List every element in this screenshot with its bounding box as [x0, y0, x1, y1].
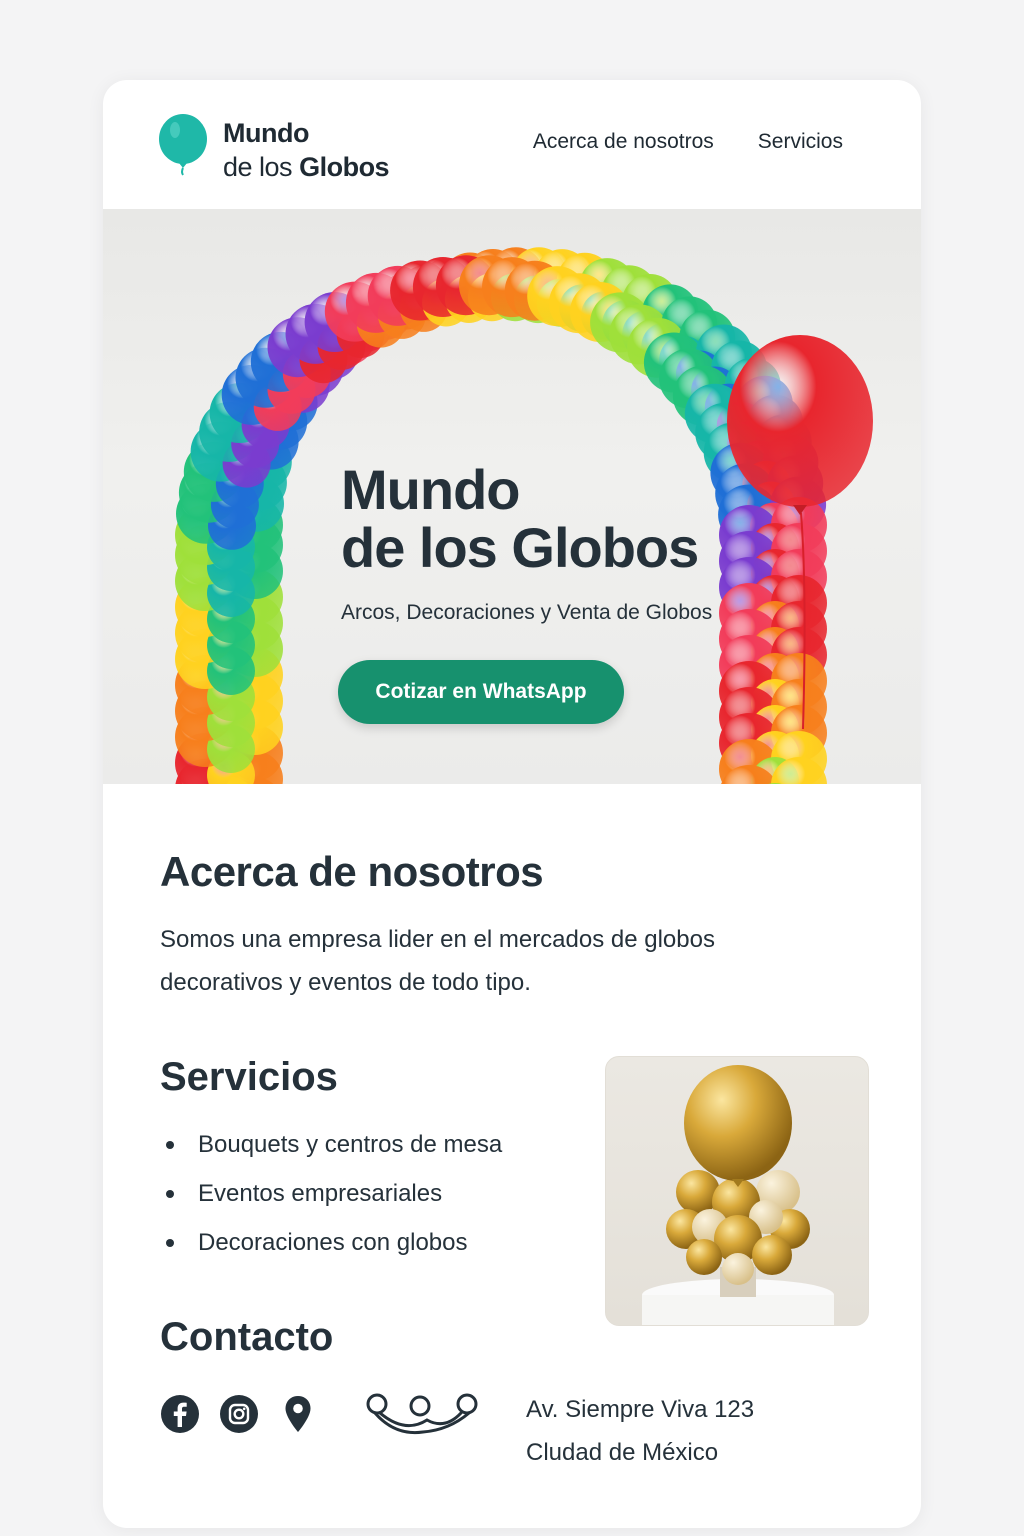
brand-name-line2b: Globos	[299, 152, 390, 182]
contact-address: Av. Siempre Viva 123 Cludad de México	[526, 1388, 754, 1474]
social-links	[160, 1394, 318, 1434]
balloon-icon	[159, 114, 207, 176]
hero-section: Mundo de los Globos Arcos, Decoraciones …	[103, 209, 921, 784]
hero-subtitle: Arcos, Decoraciones y Venta de Globos	[341, 601, 713, 624]
list-item: Decoraciones con globos	[160, 1218, 502, 1267]
brand-logo[interactable]: Mundo de los Globos	[223, 116, 390, 184]
list-item: Bouquets y centros de mesa	[160, 1120, 502, 1169]
site-header: Mundo de los Globos Acerca de nosotros S…	[103, 80, 921, 209]
about-text: Somos una empresa lider en el mercados d…	[160, 926, 715, 996]
facebook-icon[interactable]	[160, 1394, 200, 1434]
instagram-icon[interactable]	[219, 1394, 259, 1434]
nav-item-services[interactable]: Servicios	[758, 130, 843, 154]
whatsapp-quote-button[interactable]: Cotizar en WhatsApp	[338, 660, 624, 724]
contact-title: Contacto	[160, 1315, 334, 1359]
gold-balloon-centerpiece-photo	[605, 1056, 869, 1326]
services-title: Servicios	[160, 1055, 338, 1099]
address-line1: Av. Siempre Viva 123	[526, 1396, 755, 1423]
hero-title: Mundo de los Globos	[341, 458, 699, 579]
list-item: Eventos empresariales	[160, 1169, 502, 1218]
bullet	[166, 1189, 174, 1198]
address-line2: Cludad de México	[526, 1439, 719, 1466]
nav-item-about[interactable]: Acerca de nosotros	[533, 130, 714, 154]
about-title: Acerca de nosotros	[160, 848, 544, 895]
balloon-string-doodle	[366, 1393, 478, 1435]
brand-name-line2a: de los	[223, 152, 293, 182]
bullet	[166, 1140, 174, 1149]
services-list: Bouquets y centros de mesa Eventos empre…	[160, 1120, 502, 1267]
page-card: Mundo de los Globos Acerca de nosotros S…	[103, 80, 921, 1528]
brand-name-line1: Mundo	[223, 118, 309, 148]
centerpiece-illustration	[642, 1065, 834, 1325]
main-nav: Acerca de nosotros Servicios	[533, 130, 843, 154]
bullet	[166, 1238, 174, 1247]
location-pin-icon[interactable]	[278, 1394, 318, 1434]
